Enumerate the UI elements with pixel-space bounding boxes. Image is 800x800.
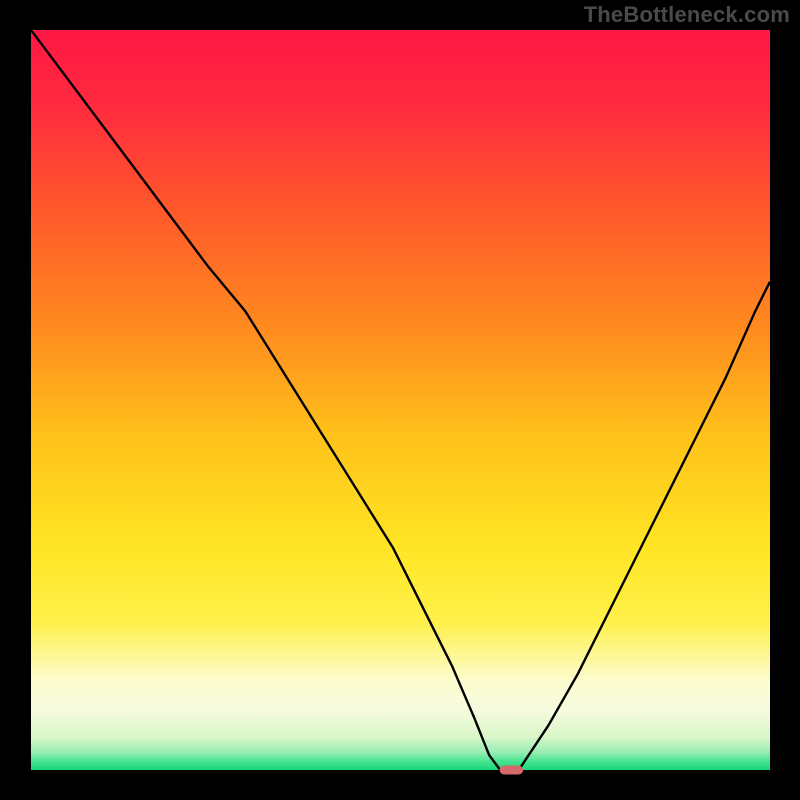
bottleneck-chart	[0, 0, 800, 800]
minimum-marker	[500, 766, 524, 775]
gradient-background	[31, 30, 770, 770]
chart-frame: TheBottleneck.com	[0, 0, 800, 800]
